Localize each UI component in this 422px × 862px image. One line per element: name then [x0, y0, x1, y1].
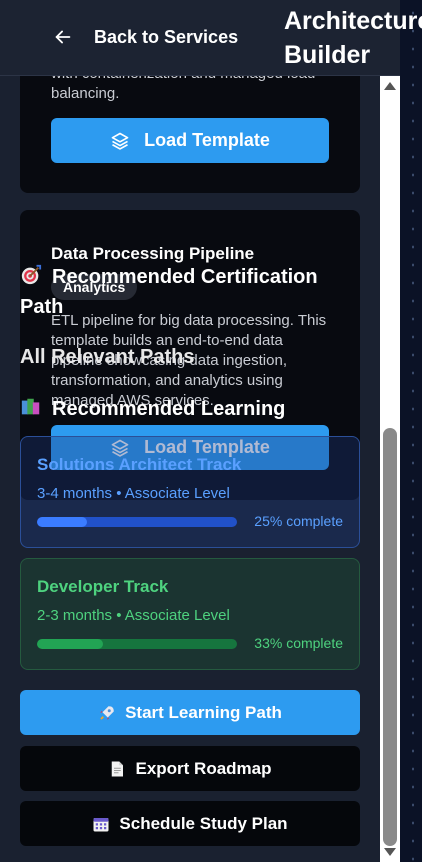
progress-bar — [37, 517, 237, 527]
document-icon — [112, 761, 124, 776]
certification-heading-line2: Path — [20, 296, 64, 318]
certification-heading-line1: Recommended Certification — [52, 266, 318, 288]
load-template-label: Load Template — [144, 130, 270, 150]
schedule-study-plan-label: Schedule Study Plan — [119, 813, 288, 833]
scroll-up-arrow-icon[interactable] — [384, 82, 396, 90]
scrollbar[interactable] — [380, 76, 400, 862]
recommended-learning-label: Recommended Learning — [52, 398, 286, 420]
page-title: Architecture Builder — [284, 4, 422, 72]
target-icon — [21, 264, 42, 285]
arrow-left-icon — [55, 30, 71, 44]
recommended-learning-heading: Recommended Learning — [20, 396, 285, 421]
schedule-study-plan-button[interactable]: Schedule Study Plan — [20, 801, 360, 846]
certification-heading: Recommended Certification — [20, 264, 318, 289]
start-learning-path-button[interactable]: Start Learning Path — [20, 690, 360, 735]
books-icon — [21, 398, 40, 415]
track-card-developer[interactable]: Developer Track 2-3 months • Associate L… — [20, 558, 360, 670]
layers-icon — [111, 132, 129, 150]
export-roadmap-button[interactable]: Export Roadmap — [20, 746, 360, 791]
start-learning-path-label: Start Learning Path — [125, 702, 282, 722]
back-to-services-label: Back to Services — [94, 26, 239, 47]
calendar-icon — [93, 817, 109, 831]
progress-label: 25% complete — [254, 513, 343, 529]
progress-label: 33% complete — [254, 635, 343, 651]
back-to-services-button[interactable]: Back to Services — [52, 22, 238, 52]
scrollbar-thumb[interactable] — [383, 428, 397, 846]
all-relevant-paths-heading: All Relevant Paths — [20, 346, 195, 368]
track-card-solutions-architect[interactable]: Solutions Architect Track 3-4 months • A… — [20, 436, 360, 548]
track-name: Solutions Architect Track — [37, 455, 242, 474]
track-name: Developer Track — [37, 577, 169, 596]
progress-bar — [37, 639, 237, 649]
load-template-button[interactable]: Load Template — [51, 118, 329, 163]
template-title: Data Processing Pipeline — [51, 244, 255, 263]
page-title-line1: Architecture — [284, 7, 422, 35]
rocket-icon — [100, 705, 114, 720]
progress-fill — [37, 517, 87, 527]
progress-fill — [37, 639, 103, 649]
track-meta: 2-3 months • Associate Level — [37, 607, 230, 624]
export-roadmap-label: Export Roadmap — [135, 758, 272, 778]
page-title-line2: Builder — [284, 41, 371, 69]
canvas-background — [400, 0, 422, 862]
track-meta: 3-4 months • Associate Level — [37, 485, 230, 502]
scroll-down-arrow-icon[interactable] — [384, 848, 396, 856]
